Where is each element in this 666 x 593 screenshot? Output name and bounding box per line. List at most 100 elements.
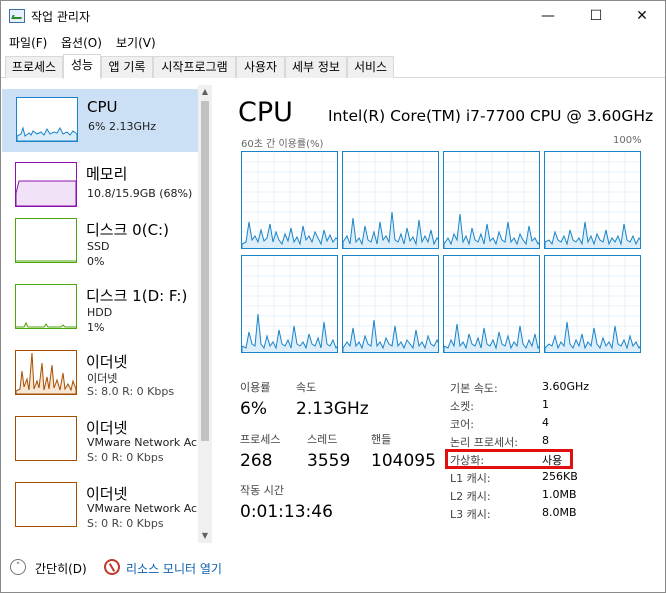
detail-key: L2 캐시: xyxy=(450,490,491,503)
detail-key: 기본 속도: xyxy=(450,382,498,395)
scroll-down-arrow-icon[interactable]: ▼ xyxy=(198,529,212,543)
sidebar-item-detail-2: 0% xyxy=(87,255,105,268)
minimize-button[interactable]: — xyxy=(525,1,571,31)
sidebar-item-title: 이더넷 xyxy=(86,353,128,371)
sidebar-item-title: 메모리 xyxy=(86,165,128,183)
sidebar-item-throughput: S: 8.0 R: 0 Kbps xyxy=(87,385,175,398)
sidebar-item-disk-1[interactable]: 디스크 1(D: F:) HDD 1% xyxy=(2,277,198,340)
threads-value: 3559 xyxy=(307,451,351,471)
sidebar-item-title: 디스크 0(C:) xyxy=(86,221,169,239)
sidebar-item-title: CPU xyxy=(87,98,118,116)
sidebar-item-ethernet-vmware-2[interactable]: 이더넷 VMware Network Ac S: 0 R: 0 Kbps xyxy=(2,475,198,538)
disk1-thumbnail-graph xyxy=(15,284,77,329)
processor-graph xyxy=(443,151,540,249)
sidebar-item-title: 이더넷 xyxy=(86,485,128,503)
sidebar-item-title: 이더넷 xyxy=(86,419,128,437)
detail-value: 8 xyxy=(542,434,549,447)
menu-bar: 파일(F) 옵션(O) 보기(V) xyxy=(1,31,665,53)
menu-file[interactable]: 파일(F) xyxy=(9,34,47,51)
virtualization-highlight-box xyxy=(445,449,573,469)
processes-label: 프로세스 xyxy=(240,433,281,446)
sidebar-item-cpu[interactable]: CPU 6% 2.13GHz xyxy=(2,89,198,152)
tab-services[interactable]: 서비스 xyxy=(347,56,394,78)
sidebar-scrollbar[interactable]: ▲ ▼ xyxy=(198,85,212,543)
detail-key: 논리 프로세서: xyxy=(450,436,518,449)
detail-value: 1.0MB xyxy=(542,488,577,501)
tab-details[interactable]: 세부 정보 xyxy=(285,56,347,78)
sidebar-item-detail-2: 1% xyxy=(87,321,105,334)
ethernet-thumbnail-graph xyxy=(15,482,77,527)
processor-graph xyxy=(443,255,540,353)
sidebar-item-ethernet[interactable]: 이더넷 이더넷 S: 8.0 R: 0 Kbps xyxy=(2,343,198,406)
collapse-chevron-icon[interactable]: ˄ xyxy=(10,559,26,575)
detail-key: L3 캐시: xyxy=(450,508,491,521)
threads-label: 스레드 xyxy=(307,433,338,446)
processor-graph xyxy=(241,255,338,353)
open-resource-monitor-link[interactable]: 리소스 모니터 열기 xyxy=(126,560,222,577)
task-manager-app-icon xyxy=(9,9,25,23)
sidebar-item-memory[interactable]: 메모리 10.8/15.9GB (68%) xyxy=(2,155,198,218)
detail-value: 8.0MB xyxy=(542,506,577,519)
sidebar-item-title: 디스크 1(D: F:) xyxy=(86,287,188,305)
processor-graph xyxy=(241,151,338,249)
processes-value: 268 xyxy=(240,451,273,471)
detail-key: L1 캐시: xyxy=(450,472,491,485)
cpu-model-name: Intel(R) Core(TM) i7-7700 CPU @ 3.60GHz xyxy=(328,107,654,125)
ethernet-thumbnail-graph xyxy=(15,350,77,395)
detail-value: 4 xyxy=(542,416,549,429)
processor-graph xyxy=(342,151,439,249)
task-manager-window: 작업 관리자 — ☐ ✕ 파일(F) 옵션(O) 보기(V) 프로세스 성능 앱… xyxy=(0,0,666,593)
title-bar[interactable]: 작업 관리자 — ☐ ✕ xyxy=(1,1,665,31)
sidebar-item-detail: 이더넷 xyxy=(87,372,118,385)
detail-key: 소켓: xyxy=(450,400,474,413)
tab-app-history[interactable]: 앱 기록 xyxy=(101,56,153,78)
uptime-value: 0:01:13:46 xyxy=(240,502,333,522)
speed-value: 2.13GHz xyxy=(296,399,369,419)
processor-graph xyxy=(544,255,641,353)
sidebar-item-detail: VMware Network Ac xyxy=(87,502,198,515)
sidebar-item-disk-0[interactable]: 디스크 0(C:) SSD 0% xyxy=(2,211,198,274)
menu-options[interactable]: 옵션(O) xyxy=(61,34,102,51)
menu-view[interactable]: 보기(V) xyxy=(116,34,156,51)
sidebar-item-throughput: S: 0 R: 0 Kbps xyxy=(87,517,164,530)
detail-value: 256KB xyxy=(542,470,578,483)
speed-label: 속도 xyxy=(296,381,317,394)
memory-thumbnail-graph xyxy=(15,162,77,207)
collapse-button[interactable]: 간단히(D) xyxy=(35,560,87,577)
tab-users[interactable]: 사용자 xyxy=(236,56,285,78)
ethernet-thumbnail-graph xyxy=(15,416,77,461)
utilization-label: 이용률 xyxy=(240,381,271,394)
uptime-label: 작동 시간 xyxy=(240,484,284,497)
tab-performance[interactable]: 성능 xyxy=(63,54,101,79)
graph-max-label: 100% xyxy=(613,135,642,146)
resource-monitor-icon[interactable] xyxy=(104,559,120,575)
scroll-up-arrow-icon[interactable]: ▲ xyxy=(198,85,212,99)
close-button[interactable]: ✕ xyxy=(619,1,665,31)
cpu-detail-panel: CPU Intel(R) Core(TM) i7-7700 CPU @ 3.60… xyxy=(213,85,665,543)
footer-bar: ˄ 간단히(D) 리소스 모니터 열기 xyxy=(1,555,665,585)
sidebar-item-ethernet-vmware-1[interactable]: 이더넷 VMware Network Ac S: 0 R: 0 Kbps xyxy=(2,409,198,472)
window-title: 작업 관리자 xyxy=(31,10,91,24)
page-title: CPU xyxy=(238,97,293,128)
detail-key: 코어: xyxy=(450,418,474,431)
sidebar-item-throughput: S: 0 R: 0 Kbps xyxy=(87,451,164,464)
sidebar-item-detail: SSD xyxy=(87,240,110,253)
tab-processes[interactable]: 프로세스 xyxy=(5,56,63,78)
handles-label: 핸들 xyxy=(371,433,392,446)
processor-graph xyxy=(544,151,641,249)
maximize-button[interactable]: ☐ xyxy=(573,1,619,31)
detail-value: 3.60GHz xyxy=(542,380,590,393)
sidebar-item-detail: 6% 2.13GHz xyxy=(88,120,157,133)
sidebar-item-detail: VMware Network Ac xyxy=(87,436,198,449)
logical-processor-graphs xyxy=(241,151,641,355)
graph-axis-label: 60초 간 이용률(%) xyxy=(241,139,324,150)
tab-startup[interactable]: 시작프로그램 xyxy=(153,56,236,78)
cpu-thumbnail-graph xyxy=(16,97,78,142)
sidebar-item-detail: HDD xyxy=(87,306,113,319)
scrollbar-thumb[interactable] xyxy=(201,101,209,441)
performance-sidebar: CPU 6% 2.13GHz 메모리 10.8/15.9GB (68%) 디스크… xyxy=(2,85,213,543)
disk0-thumbnail-graph xyxy=(15,218,77,263)
detail-value: 1 xyxy=(542,398,549,411)
processor-graph xyxy=(342,255,439,353)
handles-value: 104095 xyxy=(371,451,436,471)
